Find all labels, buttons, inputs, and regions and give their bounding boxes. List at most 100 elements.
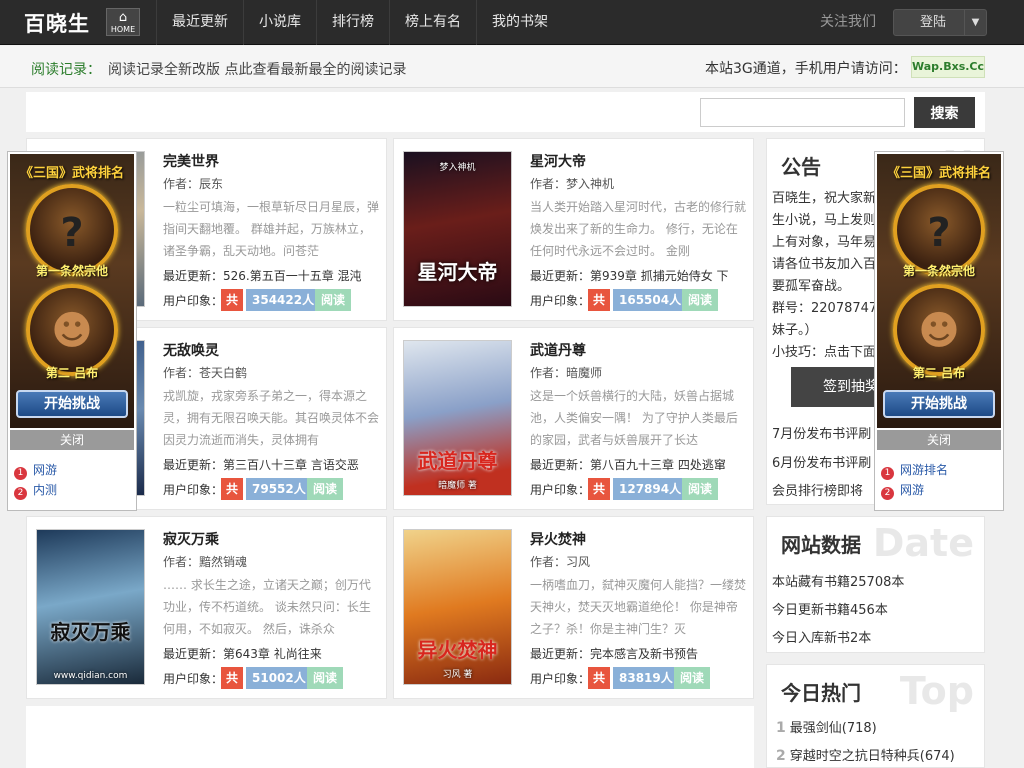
ad-link[interactable]: 1 网游 <box>10 460 134 480</box>
home-button[interactable]: ⌂ HOME <box>106 8 140 36</box>
hot-today-title: 今日热门 <box>781 681 861 705</box>
book-cover[interactable]: 梦入神机 星河大帝 <box>403 151 512 307</box>
book-description: 这是一个妖兽横行的大陆，妖兽占据城池，人类偏安一隅！ 为了守护人类最后的家园，武… <box>530 389 738 447</box>
start-challenge-button[interactable]: 开始挑战 <box>883 390 995 418</box>
total-tag: 共 <box>221 667 243 689</box>
nav-item-bookshelf[interactable]: 我的书架 <box>476 0 563 45</box>
read-button[interactable]: 阅读 <box>682 478 718 500</box>
nav-item-famous[interactable]: 榜上有名 <box>389 0 476 45</box>
announcement-line: 要孤军奋战。 <box>772 279 851 294</box>
read-button[interactable]: 阅读 <box>307 478 343 500</box>
book-title[interactable]: 星河大帝 <box>530 151 586 171</box>
cover-title: 武道丹尊 <box>417 449 498 473</box>
book-card: 异火焚神 习风 著 异火焚神 作者：习风 一柄嗜血刀，弑神灭魔何人能挡？一缕焚天… <box>393 516 754 699</box>
start-challenge-button[interactable]: 开始挑战 <box>16 390 128 418</box>
ad-banner[interactable]: 《三国》武将排名 ? 第一条然宗他 ☻ 第二 吕布 开始挑战 <box>877 154 1001 428</box>
book-title[interactable]: 完美世界 <box>163 151 219 171</box>
announcement-title: 公告 <box>781 155 821 179</box>
site-data-title: 网站数据 <box>781 533 861 557</box>
book-card: 寂灭万乘 www.qidian.com 寂灭万乘 作者：黯然销魂 …… 求长生之… <box>26 516 387 699</box>
book-latest-update[interactable]: 最近更新：526.第五百一十五章 混沌 <box>163 267 379 284</box>
book-author: 作者：黯然销魂 <box>163 555 248 569</box>
wap-link[interactable]: Wap.Bxs.Cc <box>911 56 985 78</box>
reader-count: 127894人 <box>613 478 688 500</box>
login-label: 登陆 <box>920 15 947 30</box>
nav-item-rankings[interactable]: 排行榜 <box>316 0 389 45</box>
ad-close-button[interactable]: 关闭 <box>10 430 134 450</box>
impression-label: 用户印象： <box>163 483 224 497</box>
home-label: HOME <box>110 25 136 34</box>
announcement-line: 群号：22078747 <box>772 301 878 316</box>
book-title[interactable]: 无敌唤灵 <box>163 340 219 360</box>
ad-title: 《三国》武将排名 <box>19 166 124 181</box>
news-link[interactable]: 会员排行榜即将 <box>772 480 863 499</box>
cover-author: 习风 著 <box>442 670 473 680</box>
cover-title: 异火焚神 <box>417 638 498 662</box>
site-data-line: 今日入库新书2本 <box>772 631 872 646</box>
book-latest-update[interactable]: 最近更新：第939章 抓捕元始侍女 下 <box>530 267 746 284</box>
nav-item-latest[interactable]: 最近更新 <box>156 0 243 45</box>
impression-label: 用户印象： <box>163 672 224 686</box>
cover-author: 暗魔师 著 <box>438 481 477 491</box>
announcement-line: 生小说，马上发则 <box>772 213 877 228</box>
announcement-line: 妹子。） <box>772 323 818 338</box>
book-cover[interactable]: 武道丹尊 暗魔师 著 <box>403 340 512 496</box>
announcement-line: 请各位书友加入百 <box>772 257 877 272</box>
book-description: …… 求长生之途，立诸天之巅；创万代功业，传不朽道统。 谈未然只问：长生何用，不… <box>163 578 371 636</box>
reader-count: 83819人 <box>613 667 679 689</box>
book-title[interactable]: 异火焚神 <box>530 529 586 549</box>
ad-link[interactable]: 2 内测 <box>10 480 134 500</box>
book-cover[interactable]: 异火焚神 习风 著 <box>403 529 512 685</box>
site-logo[interactable]: 百晓生 <box>24 8 90 38</box>
search-input[interactable] <box>700 98 905 127</box>
impression-label: 用户印象： <box>530 483 591 497</box>
book-card: 梦入神机 星河大帝 星河大帝 作者：梦入神机 当人类开始踏入星河时代，古老的修行… <box>393 138 754 321</box>
book-author: 作者：苍天白鹤 <box>163 366 248 380</box>
ad-link[interactable]: 2 网游 <box>877 480 1001 500</box>
book-latest-update[interactable]: 最近更新：第三百八十三章 言语交恶 <box>163 456 379 473</box>
hot-watermark: Top <box>899 669 974 713</box>
cover-title: 星河大帝 <box>417 260 498 284</box>
read-button[interactable]: 阅读 <box>307 667 343 689</box>
book-description: 当人类开始踏入星河时代，古老的修行就焕发出来了新的生命力。 修行，无论在任何时代… <box>530 200 746 258</box>
book-author: 作者：习风 <box>530 555 591 569</box>
book-title[interactable]: 武道丹尊 <box>530 340 586 360</box>
ad-caption-first: 第一条然宗他 <box>35 264 108 278</box>
ad-close-button[interactable]: 关闭 <box>877 430 1001 450</box>
mobile-channel-text: 本站3G通道，手机用户请访问： <box>705 61 907 77</box>
book-card: 武道丹尊 暗魔师 著 武道丹尊 作者：暗魔师 这是一个妖兽横行的大陆，妖兽占据城… <box>393 327 754 510</box>
impression-label: 用户印象： <box>530 294 591 308</box>
search-button[interactable]: 搜索 <box>914 97 975 128</box>
news-link[interactable]: 6月份发布书评刷 <box>772 452 871 471</box>
hot-today-panel: Top 今日热门 1 最强剑仙(718) 2 穿越时空之抗日特种兵(674) <box>766 664 985 768</box>
chevron-down-icon[interactable]: ▼ <box>964 10 986 35</box>
hot-item[interactable]: 2 穿越时空之抗日特种兵(674) <box>776 745 955 764</box>
read-button[interactable]: 阅读 <box>315 289 351 311</box>
book-latest-update[interactable]: 最近更新：完本感言及新书预告 <box>530 645 746 662</box>
ad-banner[interactable]: 《三国》武将排名 ? 第一条然宗他 ☻ 第二 吕布 开始挑战 <box>10 154 134 428</box>
book-latest-update[interactable]: 最近更新：第八百九十三章 四处逃窜 <box>530 456 746 473</box>
total-tag: 共 <box>588 289 610 311</box>
floating-ad-right: 《三国》武将排名 ? 第一条然宗他 ☻ 第二 吕布 开始挑战 关闭 1 网游排名 … <box>874 151 1004 511</box>
book-latest-update[interactable]: 最近更新：第643章 礼尚往来 <box>163 645 379 662</box>
read-button[interactable]: 阅读 <box>682 289 718 311</box>
reading-record-label: 阅读记录： <box>31 62 101 78</box>
book-cover[interactable]: 寂灭万乘 www.qidian.com <box>36 529 145 685</box>
news-link[interactable]: 7月份发布书评刷 <box>772 423 871 442</box>
nav-item-library[interactable]: 小说库 <box>243 0 316 45</box>
top-navbar: 百晓生 ⌂ HOME 最近更新 小说库 排行榜 榜上有名 我的书架 关注我们 登… <box>0 0 1024 45</box>
follow-us-link[interactable]: 关注我们 <box>820 0 876 45</box>
book-title[interactable]: 寂灭万乘 <box>163 529 219 549</box>
total-tag: 共 <box>221 478 243 500</box>
ad-link[interactable]: 1 网游排名 <box>877 460 1001 480</box>
content-footer-area <box>26 706 754 768</box>
hot-item[interactable]: 1 最强剑仙(718) <box>776 717 877 736</box>
book-description: 戎凯旋，戎家旁系子弟之一，得本源之灵，拥有无限召唤天能。其召唤灵体不会因灵力流逝… <box>163 389 379 447</box>
ad-links: 1 网游排名 2 网游 <box>877 460 1001 500</box>
login-button[interactable]: 登陆 ▼ <box>893 9 987 36</box>
reader-count: 354422人 <box>246 289 321 311</box>
reading-record-link[interactable]: 阅读记录全新改版 点此查看最新最全的阅读记录 <box>108 59 406 79</box>
read-button[interactable]: 阅读 <box>674 667 710 689</box>
book-author: 作者：暗魔师 <box>530 366 603 380</box>
total-tag: 共 <box>588 667 610 689</box>
